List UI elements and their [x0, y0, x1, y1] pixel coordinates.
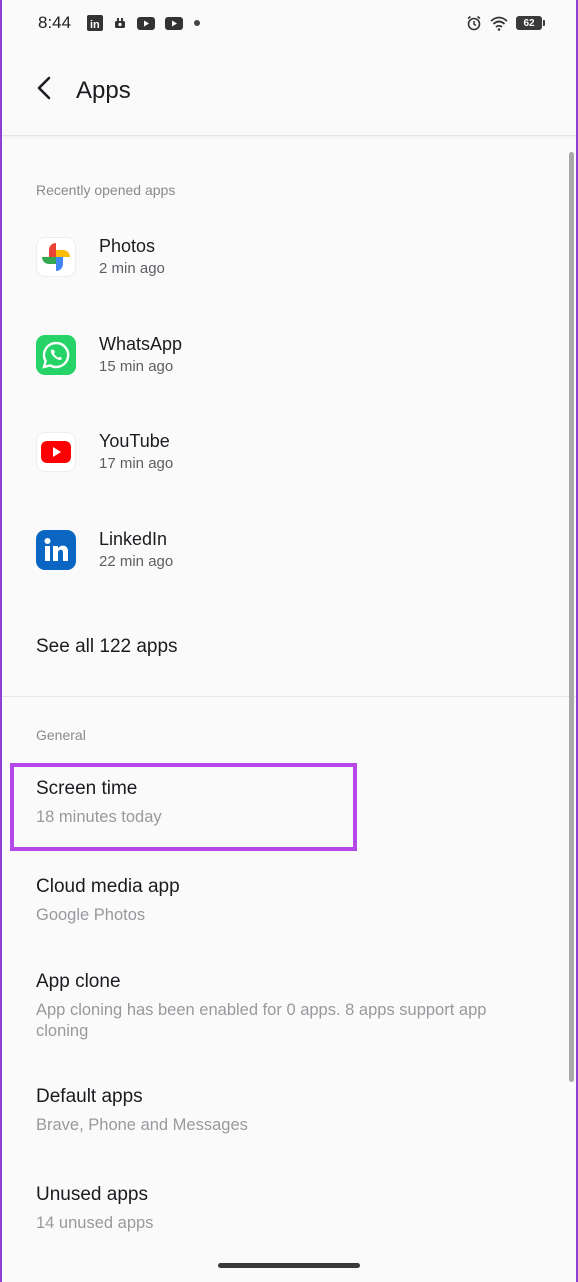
google-photos-icon	[36, 237, 76, 277]
battery-icon: 62	[516, 16, 545, 30]
youtube-icon	[36, 432, 76, 472]
setting-title: Screen time	[36, 778, 138, 799]
wifi-icon	[490, 16, 508, 31]
recent-app-linkedin[interactable]: LinkedIn 22 min ago	[36, 520, 536, 580]
back-arrow-icon	[34, 76, 54, 105]
battery-level: 62	[523, 17, 535, 29]
app-last-opened: 2 min ago	[99, 259, 165, 277]
back-button[interactable]	[34, 76, 62, 105]
setting-cloud-media-app[interactable]: Cloud media app Google Photos	[36, 875, 536, 926]
recent-app-youtube[interactable]: YouTube 17 min ago	[36, 422, 536, 482]
camera-notification-icon	[113, 16, 127, 30]
setting-subtitle: 18 minutes today	[36, 808, 162, 826]
setting-subtitle: App cloning has been enabled for 0 apps.…	[36, 1001, 487, 1040]
status-time: 8:44	[38, 13, 72, 32]
page-title: Apps	[76, 76, 131, 104]
alarm-icon	[466, 15, 482, 31]
app-name: Photos	[99, 235, 156, 256]
recent-apps-section-title: Recently opened apps	[36, 182, 176, 198]
setting-default-apps[interactable]: Default apps Brave, Phone and Messages	[36, 1085, 536, 1136]
section-divider	[0, 696, 578, 697]
setting-title: Cloud media app	[36, 876, 180, 897]
app-last-opened: 15 min ago	[99, 357, 174, 375]
setting-subtitle: Google Photos	[36, 906, 146, 924]
see-all-apps-link[interactable]: See all 122 apps	[36, 636, 178, 658]
setting-unused-apps[interactable]: Unused apps 14 unused apps	[36, 1183, 536, 1234]
linkedin-notification-icon: in	[87, 15, 104, 31]
recent-app-photos[interactable]: Photos 2 min ago	[36, 227, 536, 287]
setting-title: Unused apps	[36, 1184, 148, 1205]
gesture-navigation-handle[interactable]	[218, 1263, 360, 1268]
app-name: WhatsApp	[99, 333, 183, 354]
linkedin-icon	[36, 530, 76, 570]
recent-app-whatsapp[interactable]: WhatsApp 15 min ago	[36, 325, 536, 385]
setting-screen-time[interactable]: Screen time 18 minutes today	[36, 777, 536, 828]
status-bar: 8:44 in 62	[0, 0, 578, 46]
general-section-title: General	[36, 727, 86, 743]
scrollbar[interactable]	[569, 152, 574, 1082]
app-name: LinkedIn	[99, 528, 168, 549]
youtube-notification-icon	[137, 16, 156, 30]
whatsapp-icon	[36, 335, 76, 375]
youtube-notification-icon	[165, 16, 184, 30]
setting-subtitle: Brave, Phone and Messages	[36, 1116, 248, 1134]
app-bar: Apps	[0, 46, 578, 136]
dot-icon	[193, 19, 201, 27]
setting-title: App clone	[36, 971, 121, 992]
setting-title: Default apps	[36, 1086, 143, 1107]
svg-text:in: in	[90, 19, 100, 31]
app-name: YouTube	[99, 430, 170, 451]
setting-app-clone[interactable]: App clone App cloning has been enabled f…	[36, 970, 516, 1042]
app-last-opened: 17 min ago	[99, 454, 174, 472]
app-last-opened: 22 min ago	[99, 552, 174, 570]
setting-subtitle: 14 unused apps	[36, 1214, 154, 1232]
